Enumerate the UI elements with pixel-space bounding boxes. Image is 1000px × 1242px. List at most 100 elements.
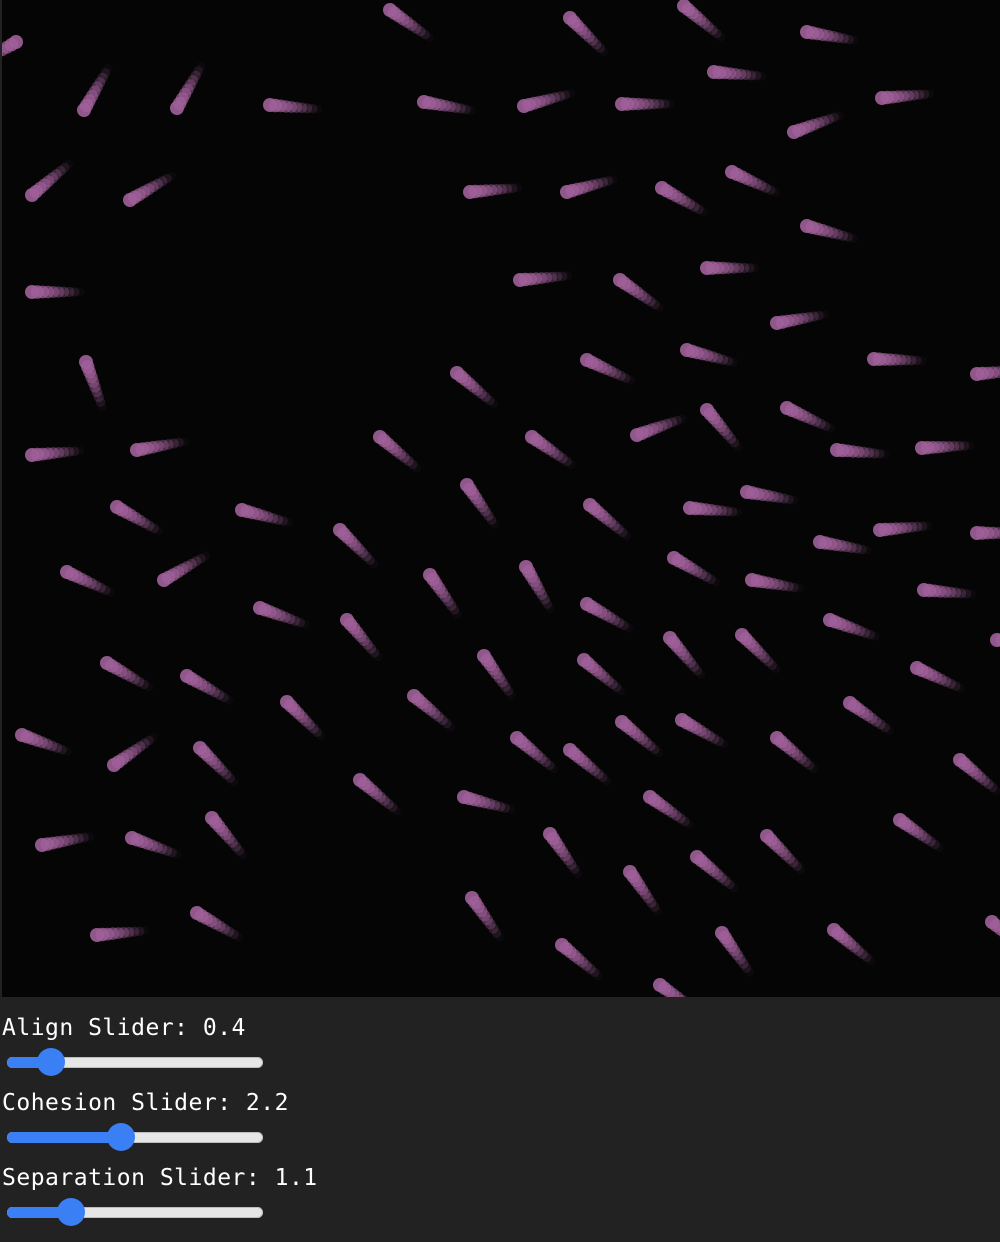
boid	[800, 25, 859, 45]
boid	[780, 401, 835, 433]
boid	[510, 731, 559, 774]
boid	[25, 446, 85, 462]
boid-head	[690, 850, 704, 864]
boid	[90, 926, 150, 942]
cohesion-slider-thumb[interactable]	[107, 1123, 136, 1151]
boid	[157, 551, 211, 587]
boid-head	[827, 923, 841, 937]
boid-head	[630, 428, 644, 442]
boid	[653, 978, 687, 997]
boid	[715, 926, 754, 977]
boid-head	[800, 219, 814, 233]
boid	[580, 597, 634, 633]
boid	[407, 689, 456, 732]
boid	[100, 656, 154, 692]
cohesion-slider[interactable]	[7, 1123, 263, 1151]
boid	[465, 891, 504, 942]
boid	[235, 503, 293, 527]
boid-head	[25, 285, 39, 299]
align-slider[interactable]	[7, 1048, 263, 1076]
boid	[760, 829, 806, 875]
boid-head	[643, 790, 657, 804]
boid-head	[35, 838, 49, 852]
boid	[373, 430, 422, 473]
boid-head	[563, 743, 577, 757]
boid-head	[333, 523, 347, 537]
boid	[873, 521, 933, 537]
boid-head	[543, 827, 557, 841]
boid	[555, 938, 604, 981]
boid-head	[170, 101, 184, 115]
boid-head	[460, 478, 474, 492]
controls-panel: Align Slider: 0.4 Cohesion Slider: 2.2 S…	[2, 997, 1000, 1242]
boid	[180, 669, 234, 705]
boid	[205, 811, 248, 860]
boid-head	[915, 441, 929, 455]
boid-head	[615, 715, 629, 729]
boid	[560, 175, 618, 199]
boid-head	[373, 430, 387, 444]
boid-head	[830, 443, 844, 457]
boid	[280, 695, 326, 741]
boid	[707, 65, 767, 81]
boid-head	[745, 573, 759, 587]
boid	[563, 743, 612, 786]
boid-head	[667, 551, 681, 565]
cohesion-slider-fill	[7, 1132, 122, 1143]
boid	[615, 97, 675, 111]
boid-head	[787, 125, 801, 139]
align-slider-label: Align Slider: 0.4	[2, 1015, 246, 1041]
boid-head	[613, 273, 627, 287]
boid	[583, 498, 632, 541]
boid	[353, 773, 402, 816]
boid-head	[873, 523, 887, 537]
boid-head	[867, 352, 881, 366]
boid-head	[519, 560, 533, 574]
boid	[77, 63, 113, 117]
boid	[543, 827, 582, 878]
boid-head	[353, 773, 367, 787]
boid-head	[893, 813, 907, 827]
separation-slider[interactable]	[7, 1198, 263, 1226]
boid-head	[725, 165, 739, 179]
boid	[970, 366, 1000, 381]
flocking-canvas[interactable]	[2, 0, 1000, 997]
boid	[770, 310, 829, 330]
boid	[613, 273, 664, 312]
boid	[735, 628, 781, 674]
boid	[667, 551, 721, 587]
boid-head	[990, 633, 1000, 647]
boid-head	[77, 103, 91, 117]
boid	[643, 790, 694, 829]
boid-head	[253, 601, 267, 615]
boid	[915, 440, 975, 455]
boid-head	[457, 790, 471, 804]
boid-head	[615, 97, 629, 111]
boid	[700, 403, 743, 452]
boid	[519, 560, 555, 614]
boid	[577, 653, 626, 696]
boid-head	[823, 613, 837, 627]
separation-slider-thumb[interactable]	[57, 1198, 86, 1226]
align-slider-thumb[interactable]	[37, 1048, 66, 1076]
boid-head	[25, 448, 39, 462]
boid-head	[770, 731, 784, 745]
boid	[800, 219, 858, 243]
boid-head	[770, 316, 784, 330]
boid	[477, 649, 516, 700]
boid	[910, 661, 965, 693]
boid	[423, 568, 462, 619]
boid-head	[560, 185, 574, 199]
boid	[580, 353, 635, 385]
boid	[813, 535, 872, 555]
boid	[60, 565, 115, 597]
boid-head	[760, 829, 774, 843]
boid	[457, 790, 515, 814]
boid-head	[580, 353, 594, 367]
boid	[787, 111, 844, 139]
boid-head	[513, 273, 527, 287]
boid-head	[423, 568, 437, 582]
boid	[690, 850, 739, 893]
boid	[263, 98, 323, 114]
boid-head	[700, 261, 714, 275]
